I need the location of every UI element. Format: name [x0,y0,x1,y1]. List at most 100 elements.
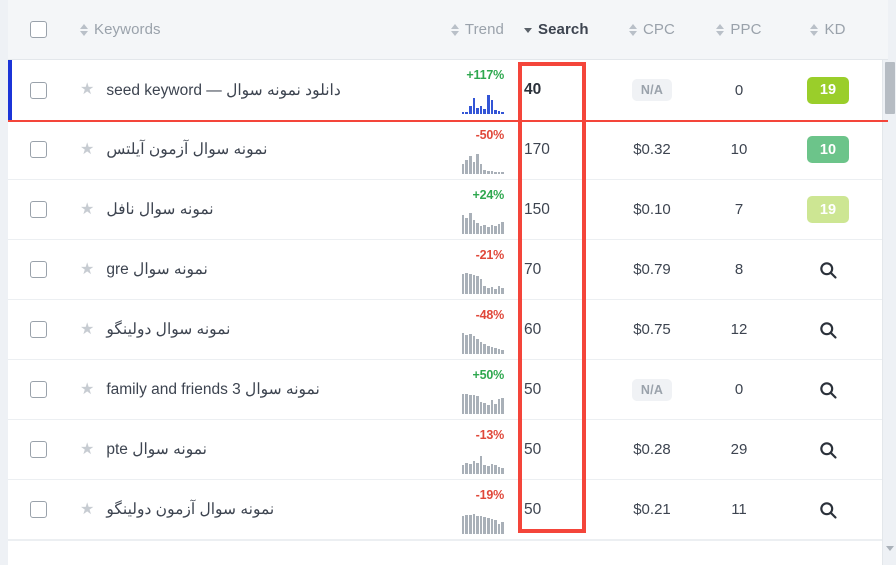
favorite-star-icon[interactable]: ★ [80,201,94,218]
table-row[interactable]: ★ نمونه سوال gre -21% 70 $0.79 8 [8,240,888,300]
table-body: ★ دانلود نمونه سوال — seed keyword +117% 40… [8,60,888,540]
row-checkbox[interactable] [29,81,47,99]
ppc-value: 10 [730,141,748,158]
ppc-cell: 11 [700,480,778,539]
kd-search-icon[interactable] [818,260,838,280]
table-row[interactable]: ★ دانلود نمونه سوال — seed keyword +117% 40… [8,60,888,120]
keyword-text: نمونه سوال آزمون آیلتس [106,141,268,158]
cpc-cell: $0.75 [604,300,700,359]
trend-percent: -50% [475,127,505,142]
trend-sparkline [461,388,504,414]
table-row[interactable]: ★ نمونه سوال نافل +24% 150 $0.10 7 19 [8,180,888,240]
header-keywords[interactable]: Keywords [68,21,408,38]
row-checkbox[interactable] [29,141,47,158]
cpc-value: $0.75 [633,321,671,338]
trend-percent: -19% [475,487,505,502]
kd-search-icon[interactable] [818,500,838,520]
keyword-cell: ★ نمونه سوال family and friends 3 [68,360,408,419]
search-volume-cell: 50 [512,480,604,539]
trend-cell: -13% [408,420,512,479]
row-checkbox[interactable] [29,501,47,518]
favorite-star-icon[interactable]: ★ [80,501,94,518]
kd-search-icon[interactable] [818,320,838,340]
cpc-cell: $0.28 [604,420,700,479]
trend-cell: -19% [408,480,512,539]
sort-both-icon [450,23,460,37]
table-row[interactable]: ★ نمونه سوال آزمون دولینگو -19% 50 $0.21 11 [8,480,888,540]
header-ppc[interactable]: PPC [700,21,778,38]
table-header-row: Keywords Trend Search CPC PPC KD [8,0,888,60]
favorite-star-icon[interactable]: ★ [80,441,94,458]
row-select-cell [8,120,68,179]
ppc-cell: 7 [700,180,778,239]
keyword-cell: ★ نمونه سوال آزمون دولینگو [68,480,408,539]
ppc-value: 12 [730,321,748,338]
keyword-text: دانلود نمونه سوال — seed keyword [106,81,341,99]
favorite-star-icon[interactable]: ★ [80,321,94,338]
kd-cell: 10 [778,120,878,179]
keyword-cell: ★ نمونه سوال نافل [68,180,408,239]
kd-badge: 10 [807,136,849,163]
kd-cell [778,300,878,359]
kd-search-icon[interactable] [818,440,838,460]
header-trend[interactable]: Trend [408,21,512,38]
trend-sparkline [461,88,504,114]
favorite-star-icon[interactable]: ★ [80,261,94,278]
scroll-down-arrow-icon[interactable] [886,546,894,551]
favorite-star-icon[interactable]: ★ [80,141,94,158]
kd-cell [778,480,878,539]
keyword-cell: ★ نمونه سوال gre [68,240,408,299]
cpc-na-badge: N/A [631,378,673,401]
cpc-cell: $0.32 [604,120,700,179]
kd-badge: 19 [807,76,849,104]
table-row[interactable]: ★ نمونه سوال آزمون آیلتس -50% 170 $0.32 10 10 [8,120,888,180]
favorite-star-icon[interactable]: ★ [80,82,94,98]
search-volume-value: 60 [524,320,542,338]
trend-sparkline [461,328,504,354]
table-row[interactable]: ★ نمونه سوال family and friends 3 +50% 50 N/… [8,360,888,420]
scrollbar-thumb[interactable] [885,62,895,114]
ppc-value: 7 [734,201,744,218]
kd-search-icon[interactable] [818,380,838,400]
header-kd[interactable]: KD [778,21,878,38]
cpc-value: $0.10 [633,201,671,218]
search-volume-cell: 170 [512,120,604,179]
keyword-text: نمونه سوال family and friends 3 [106,381,320,398]
search-volume-cell: 50 [512,420,604,479]
kd-cell [778,360,878,419]
row-checkbox[interactable] [29,201,47,218]
search-volume-cell: 70 [512,240,604,299]
select-all-checkbox[interactable] [29,21,47,38]
sort-both-icon [716,23,725,37]
ppc-cell: 12 [700,300,778,359]
search-volume-value: 150 [524,200,550,218]
trend-cell: -21% [408,240,512,299]
header-select-all-cell [8,21,68,38]
ppc-value: 29 [730,441,748,458]
search-volume-cell: 60 [512,300,604,359]
header-cpc[interactable]: CPC [604,21,700,38]
row-checkbox[interactable] [29,441,47,458]
cpc-cell: $0.10 [604,180,700,239]
favorite-star-icon[interactable]: ★ [80,381,94,398]
trend-sparkline [461,208,504,234]
trend-percent: +24% [472,187,504,202]
trend-percent: +117% [466,68,504,82]
row-checkbox[interactable] [29,261,47,278]
header-search[interactable]: Search [512,21,604,38]
header-cpc-label: CPC [643,21,675,38]
kd-cell [778,420,878,479]
cpc-value: $0.79 [633,261,671,278]
ppc-value: 11 [731,501,747,518]
table-row[interactable]: ★ نمونه سوال دولینگو -48% 60 $0.75 12 [8,300,888,360]
ppc-cell: 0 [700,360,778,419]
row-checkbox[interactable] [29,321,47,338]
vertical-scrollbar[interactable] [882,60,896,565]
header-trend-label: Trend [464,21,504,38]
kd-cell: 19 [778,180,878,239]
ppc-value: 0 [734,81,744,99]
trend-cell: +117% [408,60,512,120]
table-row[interactable]: ★ نمونه سوال pte -13% 50 $0.28 29 [8,420,888,480]
row-checkbox[interactable] [29,381,47,398]
cpc-cell: N/A [604,60,700,120]
